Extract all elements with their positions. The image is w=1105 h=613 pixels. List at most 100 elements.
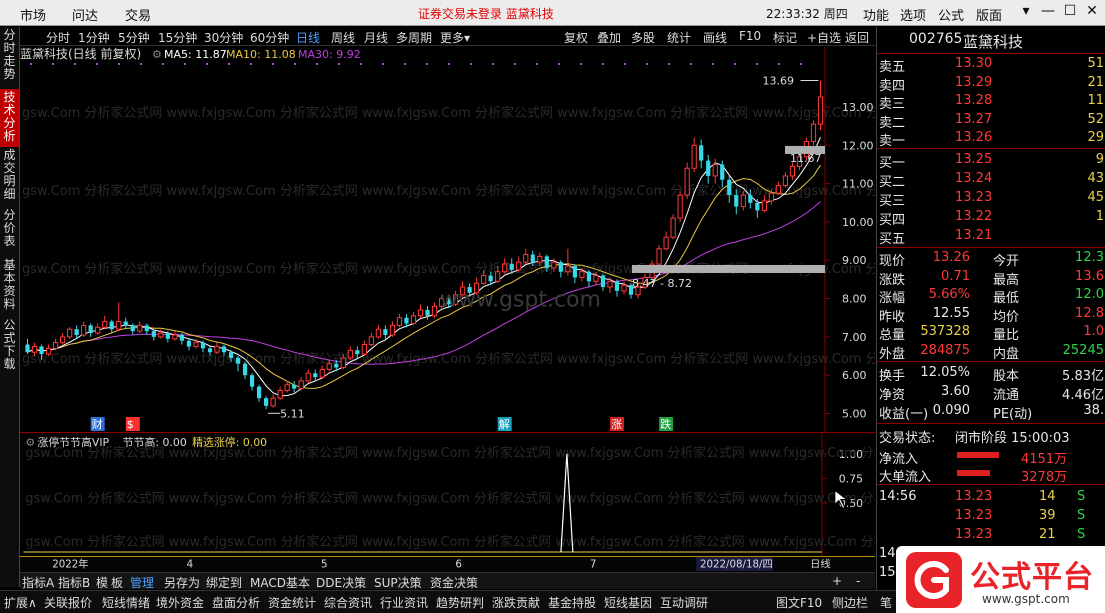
status-fund-holding[interactable]: 基金持股: [548, 594, 596, 611]
tab-board[interactable]: 板: [111, 574, 123, 591]
tool-back[interactable]: 返回: [845, 29, 869, 46]
tab-fundamentals[interactable]: 基本资料: [0, 259, 19, 317]
login-status: 证券交易未登录 蓝黛科技: [418, 7, 554, 21]
period-15min[interactable]: 15分钟: [158, 29, 197, 46]
tool-add-watchlist[interactable]: +自选: [807, 29, 841, 46]
zoom-in-button[interactable]: +: [832, 574, 842, 588]
period-daily[interactable]: 日线: [296, 29, 320, 46]
tab-price-table[interactable]: 分价表: [0, 209, 19, 257]
stat-value: 25245: [1062, 342, 1104, 358]
minimize-icon[interactable]: —: [1037, 3, 1059, 23]
zoom-out-button[interactable]: -: [856, 574, 860, 588]
candle-body: [740, 194, 746, 208]
bid-price: 13.25: [955, 152, 993, 167]
clock: 22:33:32 周四: [766, 7, 848, 21]
candle-body: [207, 348, 213, 353]
menu-formula[interactable]: 公式: [938, 5, 964, 24]
tool-overlay[interactable]: 叠加: [597, 29, 621, 46]
trade-status-row: 交易状态: 闭市阶段 15:00:03: [877, 426, 1105, 446]
status-related-quote[interactable]: 关联报价: [44, 594, 92, 611]
tab-save-as[interactable]: 另存为: [164, 574, 200, 591]
quote-panel: 002765 蓝黛科技 交易状态: 闭市阶段 15:00:03 卖五 13.30 5…: [876, 27, 1105, 590]
ask-label: 卖四: [879, 78, 906, 94]
stock-code: 002765: [909, 31, 963, 47]
status-industry-news[interactable]: 行业资讯: [380, 594, 428, 611]
tab-indicator-b[interactable]: 指标B: [58, 574, 90, 591]
candle-body: [298, 380, 304, 390]
period-weekly[interactable]: 周线: [331, 29, 355, 46]
candle-body: [565, 265, 571, 273]
tab-technical[interactable]: 技术分析: [0, 89, 19, 147]
status-research[interactable]: 互动调研: [660, 594, 708, 611]
tab-formula-download[interactable]: 公式下载: [0, 319, 19, 377]
tool-adjust[interactable]: 复权: [564, 29, 588, 46]
menu-layout[interactable]: 版面: [976, 5, 1002, 24]
period-more[interactable]: 更多▾: [440, 29, 470, 46]
tool-mark[interactable]: 标记: [773, 29, 797, 46]
tool-multistock[interactable]: 多股: [631, 29, 655, 46]
status-sentiment[interactable]: 短线情绪: [102, 594, 150, 611]
price-chart[interactable]: 蓝黛科技(日线 前复权) ⚙ MA5: 11.87 MA10: 11.08 MA30: …: [20, 47, 875, 432]
status-pen[interactable]: 笔: [880, 594, 892, 611]
tick-row: 13.23 21 S: [877, 526, 1105, 544]
candle-body: [172, 334, 178, 340]
finance-label: 收益(一): [879, 407, 929, 422]
candle-body: [375, 328, 381, 338]
period-monthly[interactable]: 月线: [364, 29, 388, 46]
stat-label: 量比: [993, 328, 1020, 343]
indicator-chart[interactable]: ⚙ 涨停节节高VIP 节节高: 0.00 精选涨停: 0.001.000.750.50…: [20, 432, 875, 556]
menu-wenda[interactable]: 问达: [72, 5, 98, 24]
tab-template[interactable]: 模: [96, 574, 108, 591]
flow-bar: [957, 452, 999, 458]
stat-label: 现价: [879, 254, 906, 269]
menu-function[interactable]: 功能: [863, 5, 889, 24]
status-news[interactable]: 综合资讯: [324, 594, 372, 611]
maximize-icon[interactable]: ☐: [1059, 3, 1081, 23]
tab-manage[interactable]: 管理: [130, 574, 154, 591]
tool-draw[interactable]: 画线: [703, 29, 727, 46]
menu-options[interactable]: 选项: [900, 5, 926, 24]
tab-fund[interactable]: 资金决策: [430, 574, 478, 591]
status-trend[interactable]: 趋势研判: [436, 594, 484, 611]
tab-bind-to[interactable]: 绑定到: [206, 574, 242, 591]
tab-macd[interactable]: MACD基本: [250, 574, 310, 591]
status-gene[interactable]: 短线基因: [604, 594, 652, 611]
price-tick-label: 6.00: [842, 369, 867, 382]
status-sidebar[interactable]: 侧边栏: [832, 594, 868, 611]
marker-dot: [184, 63, 186, 65]
status-foreign-fund[interactable]: 境外资金: [156, 594, 204, 611]
dropdown-icon[interactable]: ▾: [1015, 3, 1037, 23]
tick-volume: 39: [1039, 508, 1056, 523]
candle-body: [495, 271, 501, 282]
tab-indicator-a[interactable]: 指标A: [22, 574, 54, 591]
status-contribution[interactable]: 涨跌贡献: [492, 594, 540, 611]
status-expand[interactable]: 扩展∧: [4, 594, 37, 611]
marker-dot: [360, 63, 362, 65]
period-intraday[interactable]: 分时: [46, 29, 70, 46]
stat-label: 今开: [993, 254, 1020, 269]
menu-market[interactable]: 市场: [20, 5, 46, 24]
period-60min[interactable]: 60分钟: [250, 29, 289, 46]
status-f10[interactable]: 图文F10: [776, 594, 822, 611]
status-market-analysis[interactable]: 盘面分析: [212, 594, 260, 611]
tool-f10[interactable]: F10: [739, 29, 761, 43]
tick-volume: 14: [1039, 489, 1056, 504]
tab-sup[interactable]: SUP决策: [374, 574, 422, 591]
period-30min[interactable]: 30分钟: [204, 29, 243, 46]
tab-trade-detail[interactable]: 成交明细: [0, 149, 19, 207]
candle-body: [727, 179, 732, 196]
period-5min[interactable]: 5分钟: [118, 29, 150, 46]
candle-body: [782, 175, 789, 187]
ask-price: 13.28: [955, 93, 993, 108]
candle-body: [326, 363, 332, 370]
tab-dde[interactable]: DDE决策: [316, 574, 366, 591]
candle-body: [214, 345, 220, 353]
period-1min[interactable]: 1分钟: [78, 29, 110, 46]
menu-trade[interactable]: 交易: [125, 5, 151, 24]
tool-statistics[interactable]: 统计: [667, 29, 691, 46]
tab-intraday[interactable]: 分时走势: [0, 29, 19, 87]
trade-status: 闭市阶段 15:00:03: [955, 431, 1070, 446]
period-multi[interactable]: 多周期: [396, 29, 432, 46]
close-icon[interactable]: ✕: [1081, 3, 1103, 23]
status-fund-stats[interactable]: 资金统计: [268, 594, 316, 611]
